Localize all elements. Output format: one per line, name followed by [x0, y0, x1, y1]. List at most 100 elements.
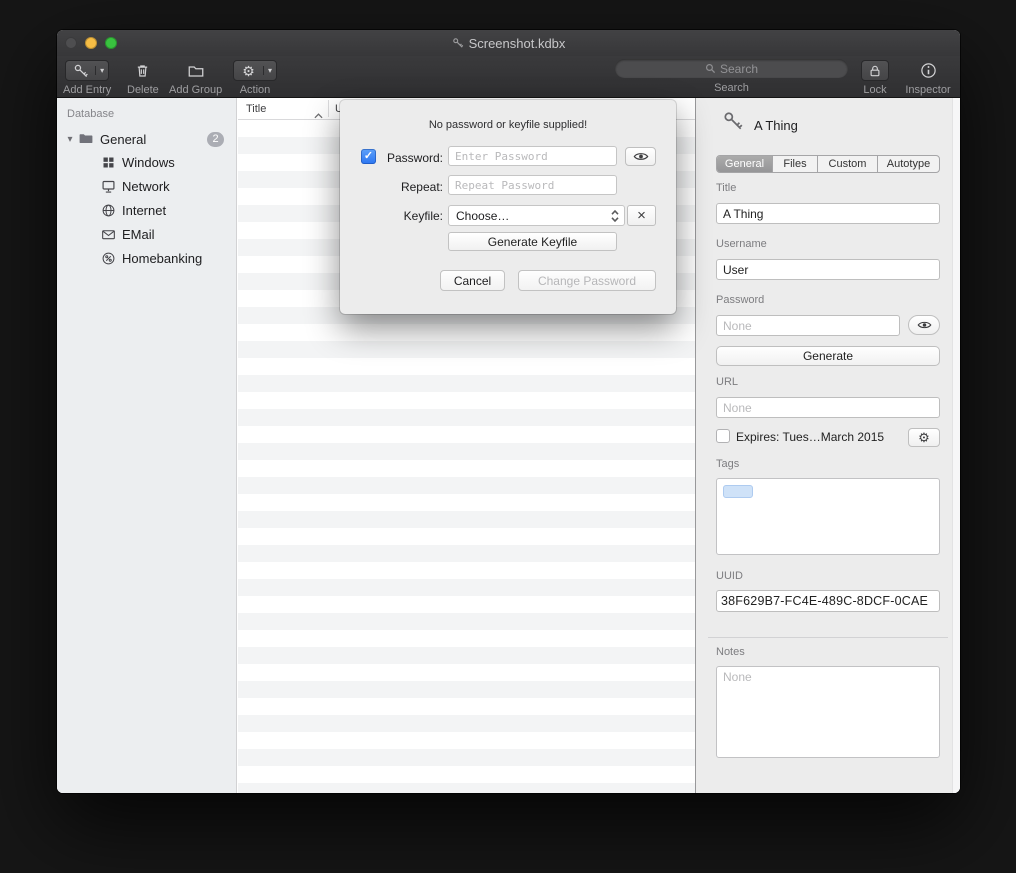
toolbar-item-inspector: Inspector: [903, 60, 953, 96]
column-header-title[interactable]: Title: [246, 103, 266, 115]
app-window: Screenshot.kdbx ▾ Add Entry: [57, 30, 960, 793]
expires-label: Expires: Tues…March 2015: [736, 430, 884, 444]
dialog-repeat-input[interactable]: [448, 175, 617, 195]
dialog-password-input[interactable]: [448, 146, 617, 166]
password-field-label: Password: [716, 294, 764, 306]
dialog-repeat-label: Repeat:: [378, 180, 443, 194]
toolbar-item-delete: Delete: [127, 60, 159, 96]
url-field-label: URL: [716, 376, 738, 388]
toolbar-item-add-entry: ▾ Add Entry: [63, 60, 111, 96]
toolbar-item-add-group: Add Group: [169, 60, 222, 96]
folder-icon: [77, 131, 95, 147]
globe-icon: [99, 203, 117, 218]
titlebar[interactable]: Screenshot.kdbx: [57, 30, 960, 56]
add-entry-label: Add Entry: [63, 84, 111, 96]
dialog-password-label: Password:: [378, 151, 443, 165]
sidebar-item-email[interactable]: EMail: [57, 223, 236, 245]
sidebar-item-internet[interactable]: Internet: [57, 199, 236, 221]
close-window-button[interactable]: [65, 37, 77, 49]
disclosure-triangle-icon[interactable]: ▾: [63, 134, 77, 145]
search-placeholder: Search: [720, 62, 758, 76]
zoom-window-button[interactable]: [105, 37, 117, 49]
keyfile-popup-value: Choose…: [456, 209, 509, 223]
title-field[interactable]: [716, 203, 940, 224]
password-enable-checkbox[interactable]: ✓: [361, 149, 376, 164]
inspector-scrollbar[interactable]: [952, 98, 960, 793]
reveal-password-button[interactable]: [908, 315, 940, 335]
search-label: Search: [714, 82, 749, 94]
action-label: Action: [240, 84, 271, 96]
network-icon: [99, 179, 117, 194]
sidebar-item-windows[interactable]: Windows: [57, 151, 236, 173]
trash-icon: [134, 62, 151, 79]
tab-custom[interactable]: Custom: [818, 156, 878, 172]
toolbar-item-action: ⚙ ▾ Action: [233, 60, 277, 96]
gear-icon: ⚙: [918, 430, 930, 446]
title-field-label: Title: [716, 182, 736, 194]
add-entry-dropdown-arrow[interactable]: ▾: [95, 66, 108, 75]
toolbar: ▾ Add Entry Delete Add Group: [57, 56, 960, 98]
sidebar-item-network[interactable]: Network: [57, 175, 236, 197]
inspector-tabs: General Files Custom Autotype: [716, 155, 940, 173]
inspector-divider: [708, 637, 948, 638]
generate-password-button[interactable]: Generate: [716, 346, 940, 366]
windows-icon: [99, 155, 117, 170]
search-icon: [705, 63, 716, 74]
sidebar-item-label: Network: [122, 179, 170, 194]
sidebar-item-label: Internet: [122, 203, 166, 218]
expires-checkbox[interactable]: [716, 429, 730, 443]
sidebar-group-general[interactable]: ▾ General 2: [57, 128, 236, 150]
uuid-field[interactable]: [716, 590, 940, 612]
window-title-group: Screenshot.kdbx: [452, 36, 566, 51]
sidebar-item-homebanking[interactable]: Homebanking: [57, 247, 236, 269]
add-entry-button[interactable]: ▾: [65, 60, 109, 81]
notes-field[interactable]: [716, 666, 940, 758]
username-field-label: Username: [716, 238, 767, 250]
notes-field-label: Notes: [716, 646, 745, 658]
keyfile-popup-button[interactable]: Choose…: [448, 205, 625, 226]
tab-general[interactable]: General: [717, 156, 773, 172]
lock-label: Lock: [863, 84, 886, 96]
column-divider[interactable]: [328, 100, 329, 117]
search-input[interactable]: Search: [615, 59, 848, 78]
cancel-button[interactable]: Cancel: [440, 270, 505, 291]
percent-coin-icon: [99, 251, 117, 266]
entry-count-badge: 2: [207, 132, 224, 147]
tag-chip[interactable]: [723, 485, 753, 498]
dialog-keyfile-label: Keyfile:: [378, 209, 443, 223]
tags-field[interactable]: [716, 478, 940, 555]
toolbar-item-lock: Lock: [861, 60, 889, 96]
username-field[interactable]: [716, 259, 940, 280]
expires-gear-button[interactable]: ⚙: [908, 428, 940, 447]
delete-button[interactable]: [129, 60, 157, 81]
sidebar-item-label: Windows: [122, 155, 175, 170]
action-dropdown-arrow[interactable]: ▾: [263, 66, 276, 75]
checkmark-icon: ✓: [364, 150, 373, 162]
add-group-label: Add Group: [169, 84, 222, 96]
key-icon: [66, 63, 95, 79]
delete-label: Delete: [127, 84, 159, 96]
inspector-panel: A Thing General Files Custom Autotype Ti…: [695, 98, 960, 793]
clear-keyfile-button[interactable]: ×: [627, 205, 656, 226]
dialog-reveal-password-button[interactable]: [625, 147, 656, 166]
eye-icon: [917, 320, 932, 330]
tab-files[interactable]: Files: [773, 156, 818, 172]
lock-button[interactable]: [861, 60, 889, 81]
sidebar: Database ▾ General 2 Windows: [57, 98, 237, 793]
tab-autotype[interactable]: Autotype: [878, 156, 939, 172]
password-field[interactable]: [716, 315, 900, 336]
sidebar-group-label: General: [100, 132, 146, 147]
document-key-icon: [452, 37, 464, 49]
uuid-field-label: UUID: [716, 570, 743, 582]
envelope-icon: [99, 227, 117, 242]
action-button[interactable]: ⚙ ▾: [233, 60, 277, 81]
sidebar-item-label: EMail: [122, 227, 155, 242]
url-field[interactable]: [716, 397, 940, 418]
add-group-button[interactable]: [171, 60, 221, 81]
minimize-window-button[interactable]: [85, 37, 97, 49]
inspector-toggle-button[interactable]: [903, 60, 953, 81]
entry-title-heading: A Thing: [754, 118, 798, 133]
eye-icon: [633, 151, 649, 162]
window-title: Screenshot.kdbx: [469, 36, 566, 51]
generate-keyfile-button[interactable]: Generate Keyfile: [448, 232, 617, 251]
